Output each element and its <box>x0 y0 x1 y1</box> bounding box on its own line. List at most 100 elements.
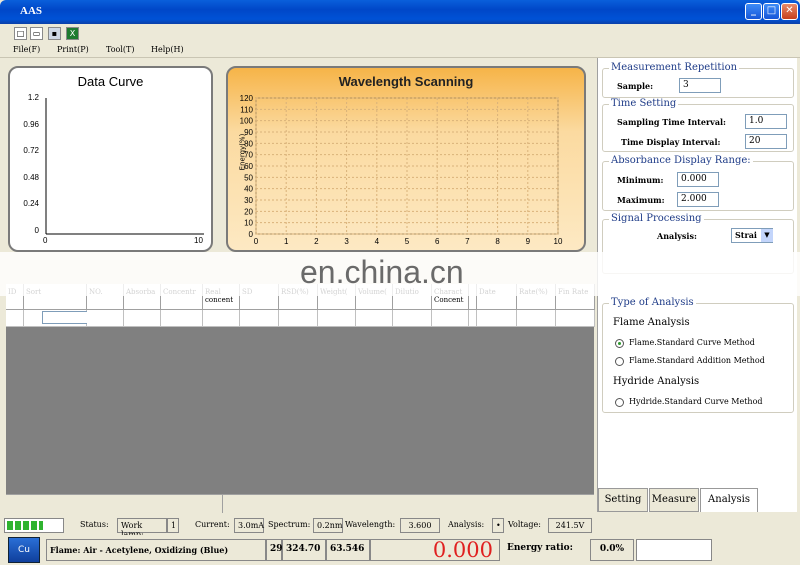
sampling-interval-input[interactable]: 1.0 <box>745 114 787 129</box>
flame-condition: Flame: Air - Acetylene, Oxidizing (Blue) <box>46 539 266 561</box>
tab-analysis[interactable]: Analysis <box>700 488 758 512</box>
menu-file[interactable]: File(F) <box>13 45 40 54</box>
absorbance-reading: 0.000 <box>370 539 500 561</box>
results-table: IDSortNO.AbsorbaConcentrReal concentSDRS… <box>6 284 595 494</box>
analysis-type-title: Type of Analysis <box>609 297 696 308</box>
menu-bar: File(F) Print(P) Tool(T) Help(H) <box>0 42 800 58</box>
open-file-icon[interactable]: ▭ <box>30 27 43 40</box>
table-cell[interactable] <box>124 310 161 327</box>
wavelength-x-tick: 4 <box>375 237 380 246</box>
maximize-button[interactable]: □ <box>763 3 780 20</box>
table-cell[interactable] <box>517 310 556 327</box>
time-setting-group: Time Setting Sampling Time Interval: 1.0… <box>602 98 794 152</box>
signal-processing-title: Signal Processing <box>609 213 704 224</box>
table-cell[interactable] <box>393 310 432 327</box>
table-cell[interactable] <box>318 310 356 327</box>
wavelength-x-tick: 3 <box>344 237 349 246</box>
table-cell[interactable] <box>6 310 24 327</box>
display-interval-label: Time Display Interval: <box>621 137 721 147</box>
chevron-down-icon[interactable]: ▼ <box>761 229 773 242</box>
wavelength-chart: 12011010090807060504030201000 1 2 3 4 5 6 7 8 9 10 <box>240 94 563 246</box>
wavelength-x-tick: 7 <box>465 237 470 246</box>
sample-input[interactable]: 3 <box>679 78 721 93</box>
analysis-status-value: • <box>492 518 504 533</box>
minimum-input[interactable]: 0.000 <box>677 172 719 187</box>
display-interval-input[interactable]: 20 <box>745 134 787 149</box>
tab-measure[interactable]: Measure <box>649 488 699 512</box>
watermark-band: en.china.cn <box>0 252 800 296</box>
wavelength-y-tick: 40 <box>244 185 253 194</box>
current-label: Current: <box>195 520 230 529</box>
work-lamp-label: Work lamp: <box>117 518 167 539</box>
hydride-standard-curve-label[interactable]: Hydride.Standard Curve Method <box>629 397 763 406</box>
maximum-input[interactable]: 2.000 <box>677 192 719 207</box>
window-title: AAS <box>20 5 43 17</box>
table-cell[interactable] <box>87 310 124 327</box>
toolbar: □ ▭ ▪ X <box>0 24 800 42</box>
table-cell[interactable] <box>203 310 240 327</box>
table-cell[interactable] <box>469 310 477 327</box>
wavelength-x-tick: 8 <box>495 237 500 246</box>
watermark-text: en.china.cn <box>300 254 464 290</box>
menu-help[interactable]: Help(H) <box>151 45 184 54</box>
wavelength-y-tick: 120 <box>240 94 254 103</box>
wavelength-y-label: Energy(%) <box>238 133 247 171</box>
time-setting-title: Time Setting <box>609 98 679 109</box>
element-cu-icon[interactable]: Cu <box>8 537 40 563</box>
flame-standard-curve-radio[interactable] <box>615 339 624 348</box>
wavelength-scanning-panel: Wavelength Scanning 120 110 100 90 80 70 60 50 4… <box>226 66 586 252</box>
data-curve-x-tick: 0 <box>43 236 48 245</box>
table-cell[interactable] <box>161 310 203 327</box>
hydride-standard-curve-radio[interactable] <box>615 398 624 407</box>
measurement-title: Measurement Repetition <box>609 62 740 73</box>
wavelength-x-tick: 2 <box>314 237 319 246</box>
table-cell[interactable] <box>556 310 595 327</box>
atomic-weight: 63.546 <box>326 539 370 561</box>
table-footer-bar <box>6 494 594 513</box>
flame-standard-addition-label[interactable]: Flame.Standard Addition Method <box>629 356 765 365</box>
table-cell[interactable] <box>477 310 517 327</box>
menu-print[interactable]: Print(P) <box>57 45 89 54</box>
table-cell[interactable]: ▼ <box>24 310 100 327</box>
data-curve-y-tick: 0 <box>34 225 39 235</box>
flame-standard-addition-radio[interactable] <box>615 357 624 366</box>
wavelength-y-tick: 100 <box>240 117 254 126</box>
wavelength-x-tick: 6 <box>435 237 440 246</box>
title-bar: AAS _ □ ✕ <box>0 0 800 24</box>
minimize-button[interactable]: _ <box>745 3 762 20</box>
flame-standard-curve-label[interactable]: Flame.Standard Curve Method <box>629 338 755 347</box>
data-curve-y-tick: 0.48 <box>23 172 39 182</box>
tab-setting[interactable]: Setting <box>598 488 648 512</box>
new-file-icon[interactable]: □ <box>14 27 27 40</box>
table-cell[interactable] <box>279 310 318 327</box>
data-curve-y-tick: 1.2 <box>27 93 39 102</box>
work-lamp-value: 1 <box>167 518 179 533</box>
energy-ratio-value: 0.0% <box>590 539 634 561</box>
data-curve-panel: Data Curve 1.2 0.96 0.72 0.48 0.24 0 0 10 <box>8 66 213 252</box>
sampling-interval-label: Sampling Time Interval: <box>617 117 727 127</box>
hydride-analysis-heading: Hydride Analysis <box>613 376 700 387</box>
voltage-label: Voltage: <box>508 520 541 529</box>
wavelength-x-tick: 5 <box>405 237 410 246</box>
menu-tool[interactable]: Tool(T) <box>106 45 134 54</box>
excel-export-icon[interactable]: X <box>66 27 79 40</box>
absorbance-range-title: Absorbance Display Range: <box>609 155 753 166</box>
table-cell[interactable] <box>356 310 393 327</box>
absorbance-range-group: Absorbance Display Range: Minimum: 0.000… <box>602 155 794 211</box>
sample-label: Sample: <box>617 81 654 91</box>
wavelength-x-tick: 1 <box>284 237 289 246</box>
table-cell[interactable] <box>432 310 469 327</box>
wavelength-reading: 324.70 <box>282 539 326 561</box>
wavelength-x-tick: 10 <box>554 237 563 246</box>
reading-bar: Cu Flame: Air - Acetylene, Oxidizing (Bl… <box>0 535 800 565</box>
table-cell[interactable] <box>240 310 279 327</box>
save-icon[interactable]: ▪ <box>48 27 61 40</box>
wavelength-status-label: Wavelength: <box>345 520 396 529</box>
spectrum-value: 0.2nm <box>313 518 343 533</box>
progress-bar <box>4 518 64 533</box>
wavelength-y-tick: 50 <box>244 173 253 182</box>
close-button[interactable]: ✕ <box>781 3 798 20</box>
data-curve-y-tick: 0.24 <box>23 199 39 208</box>
energy-ratio-bar <box>636 539 712 561</box>
data-curve-y-tick: 0.96 <box>23 119 39 129</box>
